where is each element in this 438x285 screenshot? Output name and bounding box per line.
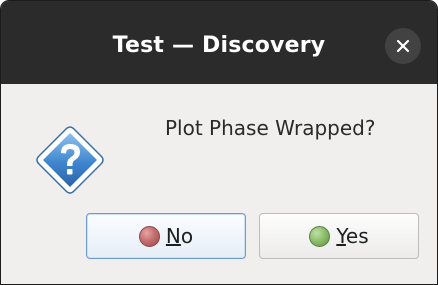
yes-button-content: Yes: [309, 224, 369, 248]
red-dot-icon: [138, 225, 160, 247]
close-button[interactable]: [385, 28, 421, 64]
yes-button-label: Yes: [336, 224, 368, 248]
title-bar[interactable]: Test — Discovery: [1, 1, 437, 84]
no-label-rest: o: [180, 224, 194, 248]
no-button-label: No: [166, 224, 193, 248]
dialog-body: Plot Phase Wrapped? No Yes: [1, 84, 437, 284]
window-title: Test — Discovery: [112, 33, 326, 58]
yes-label-rest: es: [345, 224, 369, 248]
yes-button[interactable]: Yes: [259, 213, 419, 259]
green-dot-icon: [309, 225, 331, 247]
no-button-content: No: [138, 224, 193, 248]
no-button[interactable]: No: [86, 213, 246, 259]
close-icon: [396, 39, 410, 53]
dialog-message: Plot Phase Wrapped?: [165, 116, 376, 140]
dialog-window: Test — Discovery Plot Phase Wrapped? No …: [0, 0, 438, 285]
yes-mnemonic: Y: [336, 224, 346, 248]
question-icon: [36, 126, 104, 194]
no-mnemonic: N: [165, 224, 181, 248]
